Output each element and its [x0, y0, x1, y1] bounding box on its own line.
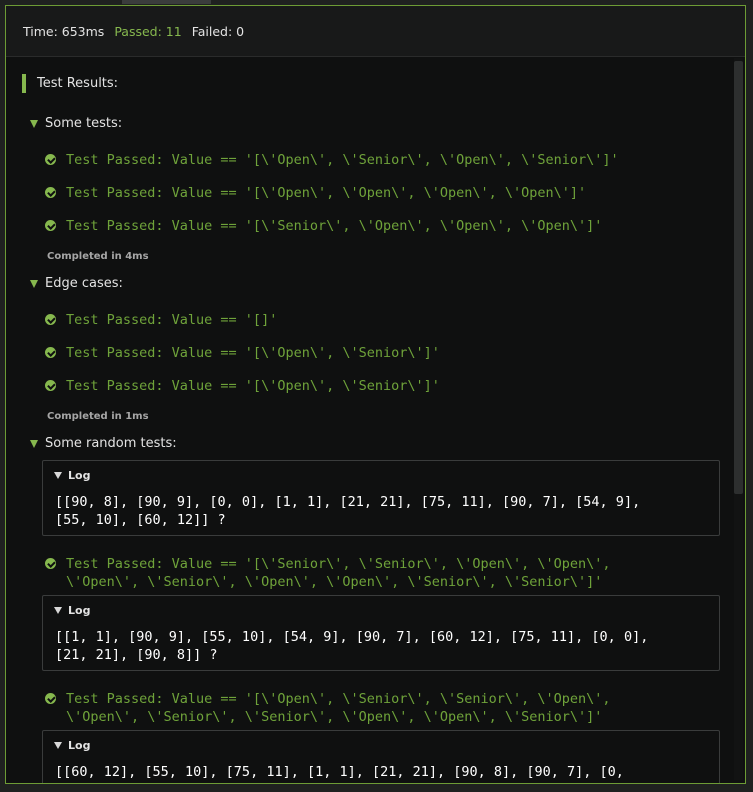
- test-result-text: Test Passed: Value == '[\'Open\', \'Open…: [66, 185, 587, 201]
- vertical-scrollbar[interactable]: [734, 58, 743, 780]
- caret-down-icon: [30, 439, 38, 448]
- log-panel: Log [[1, 1], [90, 9], [55, 10], [54, 9],…: [42, 595, 720, 671]
- test-result-text: Test Passed: Value == '[\'Open\', \'Seni…: [66, 152, 619, 168]
- check-circle-icon: [45, 187, 56, 198]
- failed-stat: Failed: 0: [191, 23, 245, 39]
- group-toggle-random-tests[interactable]: Some random tests:: [30, 436, 177, 451]
- log-toggle[interactable]: Log: [54, 469, 90, 482]
- log-toggle[interactable]: Log: [54, 739, 90, 752]
- completed-time: Completed in 4ms: [47, 251, 149, 262]
- results-title: Test Results:: [37, 75, 119, 91]
- top-tab-indicator: [122, 0, 211, 4]
- test-result-text: Test Passed: Value == '[]': [66, 312, 278, 328]
- log-panel: Log [[90, 8], [90, 9], [0, 0], [1, 1], […: [42, 460, 720, 536]
- test-result-text: Test Passed: Value == '[\'Open\', \'Seni…: [66, 691, 611, 725]
- test-result-item: Test Passed: Value == '[\'Open\', \'Seni…: [45, 690, 686, 726]
- group-title: Edge cases:: [45, 276, 123, 291]
- test-result-text: Test Passed: Value == '[\'Open\', \'Seni…: [66, 345, 440, 361]
- test-results-panel: Time: 653ms Passed: 11 Failed: 0 Test Re…: [5, 5, 746, 784]
- results-header: Test Results:: [22, 73, 118, 93]
- log-output: [[1, 1], [90, 9], [55, 10], [54, 9], [90…: [55, 629, 649, 663]
- group-title: Some tests:: [45, 116, 123, 131]
- time-stat: Time: 653ms: [23, 23, 105, 39]
- completed-time: Completed in 1ms: [47, 411, 149, 422]
- bottom-strip: [0, 784, 753, 792]
- log-label: Log: [68, 604, 91, 617]
- test-result-item: Test Passed: Value == '[\'Open\', \'Seni…: [45, 377, 686, 395]
- check-circle-icon: [45, 314, 56, 325]
- log-label: Log: [68, 739, 91, 752]
- group-title: Some random tests:: [45, 436, 177, 451]
- log-panel: Log [[60, 12], [55, 10], [75, 11], [1, 1…: [42, 730, 720, 783]
- caret-down-icon: [54, 742, 62, 749]
- log-output: [[90, 8], [90, 9], [0, 0], [1, 1], [21, …: [55, 494, 641, 528]
- log-toggle[interactable]: Log: [54, 604, 90, 617]
- caret-down-icon: [30, 279, 38, 288]
- check-circle-icon: [45, 154, 56, 165]
- test-result-item: Test Passed: Value == '[\'Open\', \'Seni…: [45, 151, 686, 169]
- test-result-item: Test Passed: Value == '[\'Open\', \'Open…: [45, 184, 686, 202]
- results-accent-bar: [22, 73, 26, 93]
- check-circle-icon: [45, 347, 56, 358]
- check-circle-icon: [45, 693, 56, 704]
- test-result-item: Test Passed: Value == '[\'Senior\', \'Se…: [45, 555, 686, 591]
- caret-down-icon: [30, 119, 38, 128]
- test-result-text: Test Passed: Value == '[\'Open\', \'Seni…: [66, 378, 440, 394]
- test-result-item: Test Passed: Value == '[]': [45, 311, 686, 329]
- test-result-item: Test Passed: Value == '[\'Senior\', \'Op…: [45, 217, 686, 235]
- caret-down-icon: [54, 472, 62, 479]
- log-label: Log: [68, 469, 91, 482]
- check-circle-icon: [45, 558, 56, 569]
- check-circle-icon: [45, 220, 56, 231]
- summary-bar: Time: 653ms Passed: 11 Failed: 0: [6, 6, 745, 57]
- passed-stat: Passed: 11: [114, 23, 182, 39]
- scrollbar-thumb[interactable]: [734, 61, 743, 494]
- log-output: [[60, 12], [55, 10], [75, 11], [1, 1], […: [55, 764, 624, 780]
- test-result-item: Test Passed: Value == '[\'Open\', \'Seni…: [45, 344, 686, 362]
- group-toggle-edge-cases[interactable]: Edge cases:: [30, 276, 123, 291]
- test-result-text: Test Passed: Value == '[\'Senior\', \'Se…: [66, 556, 611, 590]
- group-toggle-some-tests[interactable]: Some tests:: [30, 116, 122, 131]
- check-circle-icon: [45, 380, 56, 391]
- caret-down-icon: [54, 607, 62, 614]
- test-result-text: Test Passed: Value == '[\'Senior\', \'Op…: [66, 218, 603, 234]
